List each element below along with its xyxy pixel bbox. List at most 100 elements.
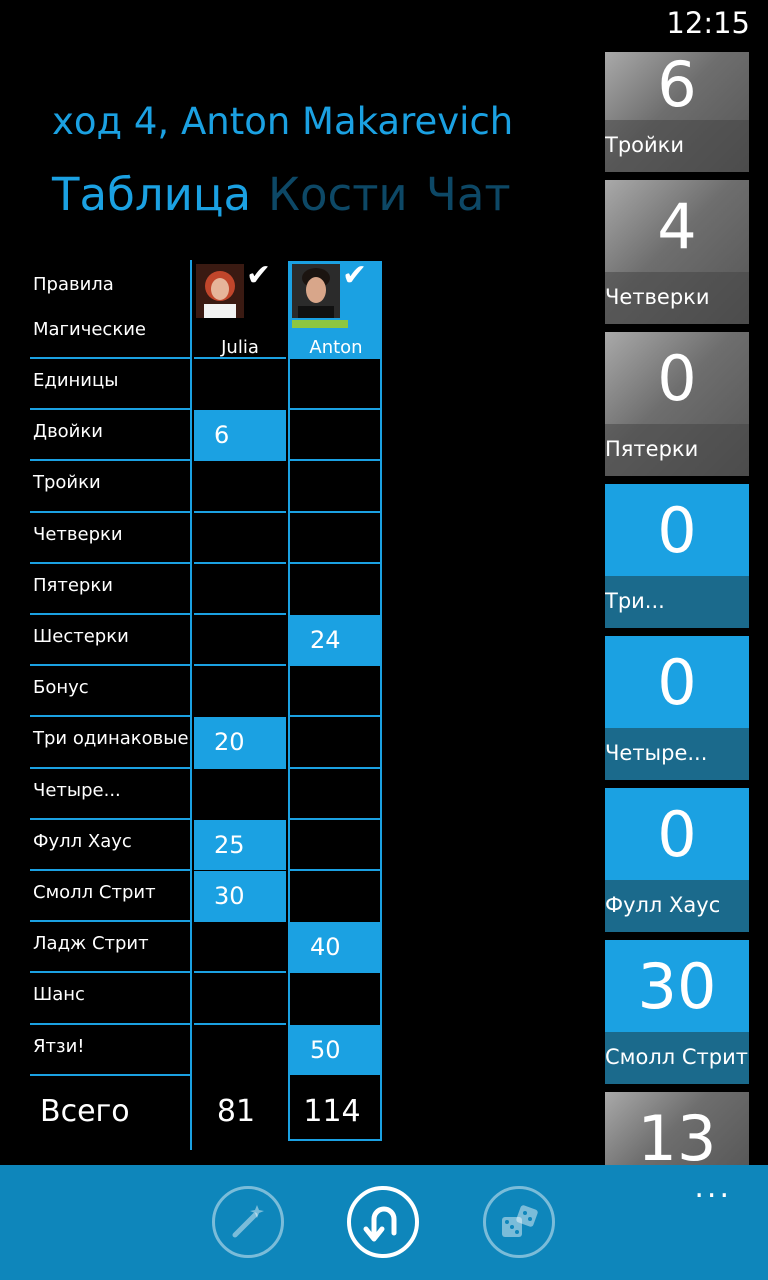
magic-wand-button[interactable] [212, 1186, 284, 1258]
score-cell-anton[interactable] [290, 357, 382, 409]
score-preview-tile[interactable]: 0 Четыре... [605, 636, 749, 780]
row-divider [30, 869, 190, 871]
cell-divider [194, 357, 286, 359]
score-cell-julia[interactable]: 20 [194, 717, 286, 767]
row-label[interactable]: Двойки [33, 421, 103, 442]
tile-label: Смолл Стрит [605, 1045, 748, 1069]
row-label[interactable]: Фулл Хаус [33, 831, 132, 852]
row-label[interactable]: Ятзи! [33, 1036, 84, 1057]
score-cell-julia[interactable] [194, 459, 286, 511]
cell-divider [194, 664, 286, 666]
cell-divider [290, 562, 382, 564]
score-preview-tile[interactable]: 30 Смолл Стрит [605, 940, 749, 1084]
row-label[interactable]: Три одинаковые [33, 728, 189, 749]
row-label[interactable]: Смолл Стрит [33, 882, 156, 903]
cell-divider [290, 715, 382, 717]
row-divider [30, 767, 190, 769]
row-label[interactable]: Бонус [33, 677, 89, 698]
row-label[interactable]: Шестерки [33, 626, 129, 647]
active-turn-indicator [292, 320, 348, 328]
pivot-chat[interactable]: Чат [426, 168, 511, 221]
score-cell-anton[interactable]: 24 [290, 615, 382, 665]
score-cell-julia[interactable] [194, 971, 286, 1023]
score-cell-anton[interactable] [290, 664, 382, 716]
column-divider [190, 260, 192, 1150]
row-divider [30, 459, 190, 461]
score-cell-julia[interactable] [194, 511, 286, 563]
score-cell-anton[interactable] [290, 408, 382, 460]
cell-divider [290, 511, 382, 513]
score-cell-julia[interactable] [194, 613, 286, 665]
row-divider [30, 1074, 190, 1076]
cell-divider [194, 1023, 286, 1025]
turn-title: ход 4, Anton Makarevich [52, 100, 514, 143]
row-label[interactable]: Четыре... [33, 780, 121, 801]
row-label[interactable]: Единицы [33, 370, 118, 391]
score-cell-anton[interactable] [290, 767, 382, 819]
row-divider [30, 511, 190, 513]
score-cell-anton[interactable] [290, 715, 382, 767]
player-header-julia[interactable]: ✔ Julia [196, 258, 271, 358]
score-value: 20 [214, 728, 245, 756]
score-cell-julia[interactable] [194, 357, 286, 409]
undo-button[interactable] [347, 1186, 419, 1258]
tile-label: Три... [605, 589, 665, 613]
cell-divider [290, 459, 382, 461]
tile-label: Четверки [605, 285, 710, 309]
more-options-button[interactable]: ... [694, 1170, 732, 1205]
player-name-anton: Anton [309, 337, 363, 358]
score-preview-tile[interactable]: 0 Фулл Хаус [605, 788, 749, 932]
score-cell-julia[interactable]: 25 [194, 820, 286, 870]
tile-label: Фулл Хаус [605, 893, 721, 917]
cell-divider [194, 511, 286, 513]
score-cell-julia[interactable] [194, 664, 286, 716]
checkmark-icon: ✔ [342, 258, 368, 293]
score-preview-tile[interactable]: 6 Тройки [605, 52, 749, 172]
row-label[interactable]: Ладж Стрит [33, 933, 149, 954]
score-cell-julia[interactable] [194, 920, 286, 972]
roll-dice-button[interactable] [483, 1186, 555, 1258]
header-label-magic[interactable]: Магические [33, 319, 146, 340]
score-preview-tile[interactable]: 4 Четверки [605, 180, 749, 324]
avatar-anton [292, 264, 340, 318]
cell-divider [194, 613, 286, 615]
pivot-dice[interactable]: Кости [268, 168, 408, 221]
score-cell-anton[interactable] [290, 869, 382, 921]
score-value: 24 [310, 626, 341, 654]
score-cell-anton[interactable]: 50 [290, 1025, 382, 1075]
score-cell-anton[interactable] [290, 562, 382, 614]
tile-value: 0 [657, 494, 697, 567]
score-preview-tile[interactable]: 0 Пятерки [605, 332, 749, 476]
header-label-rules[interactable]: Правила [33, 274, 114, 295]
score-cell-julia[interactable] [194, 767, 286, 819]
total-label: Всего [40, 1094, 130, 1129]
tile-value: 0 [657, 798, 697, 871]
tile-value: 0 [657, 342, 697, 415]
cell-divider [290, 664, 382, 666]
score-cell-anton[interactable] [290, 971, 382, 1023]
score-cell-anton[interactable] [290, 818, 382, 870]
cell-divider [290, 869, 382, 871]
score-cell-anton[interactable]: 40 [290, 922, 382, 972]
score-cell-anton[interactable] [290, 459, 382, 511]
row-divider [30, 1023, 190, 1025]
pivot-table[interactable]: Таблица [52, 168, 251, 221]
tile-label: Пятерки [605, 437, 699, 461]
score-cell-julia[interactable] [194, 1023, 286, 1075]
row-label[interactable]: Тройки [33, 472, 101, 493]
row-label[interactable]: Четверки [33, 524, 123, 545]
row-label[interactable]: Шанс [33, 984, 85, 1005]
player-header-anton[interactable]: ✔ Anton [292, 258, 367, 358]
tile-label: Тройки [605, 133, 684, 157]
row-divider [30, 920, 190, 922]
score-value: 30 [214, 882, 245, 910]
score-cell-julia[interactable]: 30 [194, 871, 286, 921]
score-value: 40 [310, 933, 341, 961]
score-preview-tile[interactable]: 0 Три... [605, 484, 749, 628]
dice-icon [502, 1205, 538, 1237]
player-name-julia: Julia [221, 337, 259, 358]
score-cell-julia[interactable]: 6 [194, 410, 286, 460]
score-cell-anton[interactable] [290, 511, 382, 563]
score-cell-julia[interactable] [194, 562, 286, 614]
row-label[interactable]: Пятерки [33, 575, 113, 596]
